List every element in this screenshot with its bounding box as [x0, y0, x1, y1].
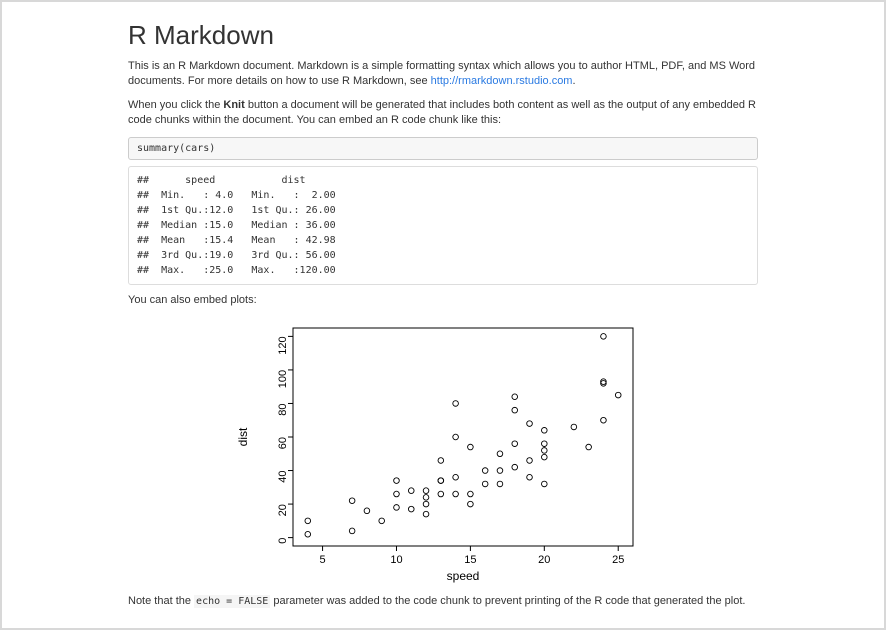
document-page: R Markdown This is an R Markdown documen… — [0, 0, 886, 630]
svg-text:120: 120 — [277, 336, 289, 354]
note-code: echo = FALSE — [194, 595, 270, 608]
knit-paragraph: When you click the Knit button a documen… — [128, 98, 758, 129]
svg-text:5: 5 — [320, 554, 326, 566]
svg-text:0: 0 — [277, 538, 289, 544]
svg-text:100: 100 — [277, 370, 289, 388]
code-text: summary(cars) — [137, 143, 215, 154]
code-output: ## speed dist ## Min. : 4.0 Min. : 2.00 … — [128, 166, 758, 285]
scatter-plot: 5 10 15 20 25 0 20 40 60 80 100 120 speed dist — [233, 318, 653, 588]
intro-text-after: . — [572, 75, 575, 87]
svg-text:60: 60 — [277, 437, 289, 449]
note-paragraph: Note that the echo = FALSE parameter was… — [128, 594, 758, 609]
rmarkdown-link[interactable]: http://rmarkdown.rstudio.com — [431, 75, 573, 87]
svg-text:dist: dist — [236, 427, 250, 446]
svg-text:speed: speed — [447, 569, 480, 583]
note-after: parameter was added to the code chunk to… — [270, 595, 745, 607]
code-chunk: summary(cars) — [128, 137, 758, 160]
svg-text:20: 20 — [277, 504, 289, 516]
svg-text:80: 80 — [277, 403, 289, 415]
plot-container: 5 10 15 20 25 0 20 40 60 80 100 120 speed dist — [128, 318, 758, 588]
svg-text:15: 15 — [464, 554, 476, 566]
svg-text:40: 40 — [277, 470, 289, 482]
knit-strong: Knit — [223, 99, 244, 111]
note-before: Note that the — [128, 595, 194, 607]
page-title: R Markdown — [128, 20, 758, 51]
intro-paragraph: This is an R Markdown document. Markdown… — [128, 59, 758, 90]
svg-text:25: 25 — [612, 554, 624, 566]
svg-text:10: 10 — [390, 554, 402, 566]
svg-text:20: 20 — [538, 554, 550, 566]
knit-text-before: When you click the — [128, 99, 223, 111]
embed-plots-text: You can also embed plots: — [128, 293, 758, 308]
